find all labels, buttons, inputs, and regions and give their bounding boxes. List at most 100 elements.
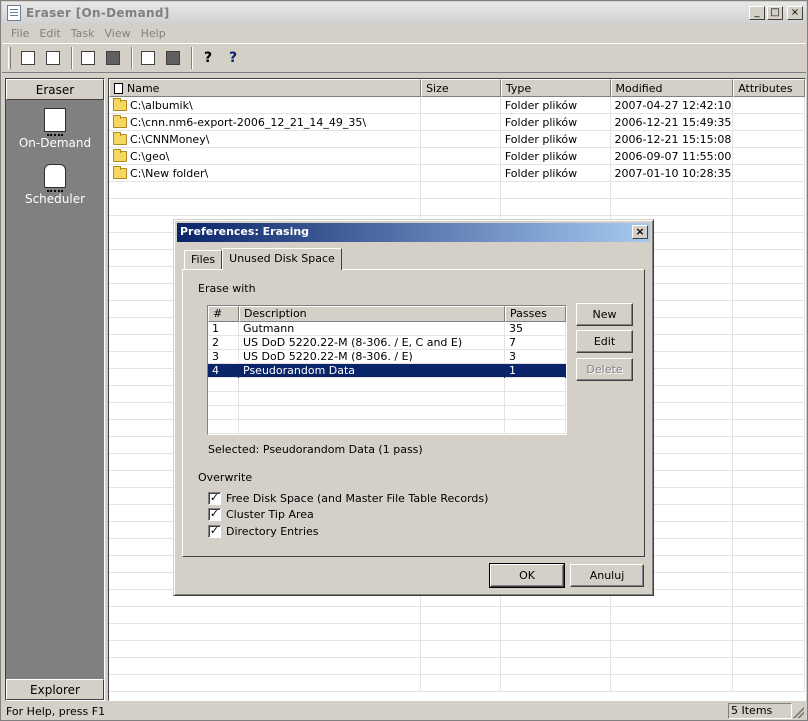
table-row[interactable]: C:\CNNMoney\Folder plików2006-12-21 15:1…: [109, 131, 805, 148]
dialog-close-button[interactable]: ×: [632, 225, 648, 239]
method-row[interactable]: 1Gutmann35: [208, 322, 566, 336]
maximize-button[interactable]: □: [767, 6, 783, 20]
method-cell-description: Gutmann: [239, 322, 505, 336]
cell-attributes: [733, 488, 805, 505]
preferences-dialog: Preferences: Erasing × Files Unused Disk…: [173, 219, 654, 596]
cell-type: [501, 675, 611, 692]
cell-attributes: [733, 471, 805, 488]
cell-name: [109, 182, 421, 199]
delete-button[interactable]: [162, 47, 184, 69]
cell-attributes: [733, 250, 805, 267]
menu-file[interactable]: File: [6, 27, 34, 40]
stop-button[interactable]: [102, 47, 124, 69]
dialog-title-bar[interactable]: Preferences: Erasing ×: [177, 223, 650, 242]
window-controls: _ □ ×: [749, 6, 803, 20]
cluster-tip-area-checkbox[interactable]: ✓ Cluster Tip Area: [208, 508, 314, 521]
run-button[interactable]: [77, 47, 99, 69]
table-row[interactable]: C:\cnn.nm6-export-2006_12_21_14_49_35\Fo…: [109, 114, 805, 131]
menu-edit[interactable]: Edit: [34, 27, 65, 40]
cell-modified: [611, 624, 734, 641]
table-row[interactable]: C:\albumik\Folder plików2007-04-27 12:42…: [109, 97, 805, 114]
cell-attributes: [733, 573, 805, 590]
new-task-button[interactable]: [17, 47, 39, 69]
toolbar-separator: [131, 47, 133, 69]
folder-icon: [113, 151, 127, 162]
sidebar-item-on-demand[interactable]: On-Demand: [6, 108, 104, 150]
title-bar[interactable]: Eraser [On-Demand] _ □ ×: [2, 2, 806, 24]
checkbox-check-icon: ✓: [208, 492, 221, 505]
method-row[interactable]: 2US DoD 5220.22-M (8-306. / E, C and E)7: [208, 336, 566, 350]
new-scheduled-task-button[interactable]: [42, 47, 64, 69]
cell-attributes: [733, 437, 805, 454]
column-passes[interactable]: Passes: [505, 306, 566, 322]
sidebar-footer-explorer[interactable]: Explorer: [6, 679, 104, 700]
method-cell-description: [239, 378, 505, 392]
method-cell-num: 2: [208, 336, 239, 350]
column-attributes[interactable]: Attributes: [733, 79, 805, 97]
folder-name: C:\New folder\: [130, 166, 208, 182]
cell-attributes: [733, 216, 805, 233]
cell-attributes: [733, 182, 805, 199]
minimize-button[interactable]: _: [749, 6, 765, 20]
context-help-button[interactable]: ?: [222, 47, 244, 69]
context-help-icon: ?: [229, 50, 237, 66]
new-method-button[interactable]: New: [576, 303, 633, 326]
method-cell-passes: [505, 406, 566, 420]
list-header: Name Size Type Modified Attributes: [109, 79, 805, 97]
column-description[interactable]: Description: [239, 306, 505, 322]
table-row[interactable]: C:\New folder\Folder plików2007-01-10 10…: [109, 165, 805, 182]
cell-attributes: [733, 369, 805, 386]
erase-with-label: Erase with: [198, 282, 256, 295]
help-button[interactable]: ?: [197, 47, 219, 69]
delete-method-button[interactable]: Delete: [576, 358, 633, 381]
method-row[interactable]: 3US DoD 5220.22-M (8-306. / E)3: [208, 350, 566, 364]
menu-task[interactable]: Task: [66, 27, 100, 40]
sidebar-header-eraser[interactable]: Eraser: [6, 79, 104, 100]
folder-name: C:\CNNMoney\: [130, 132, 209, 148]
method-cell-description: [239, 406, 505, 420]
free-disk-space-checkbox[interactable]: ✓ Free Disk Space (and Master File Table…: [208, 492, 488, 505]
toolbar-separator: [191, 47, 193, 69]
erase-methods-list[interactable]: # Description Passes 1Gutmann352US DoD 5…: [207, 305, 567, 435]
cell-type: [501, 624, 611, 641]
tab-unused-disk-space[interactable]: Unused Disk Space: [222, 248, 342, 270]
method-cell-passes: [505, 420, 566, 434]
cell-size: [421, 658, 501, 675]
method-row[interactable]: 4Pseudorandom Data1: [208, 364, 566, 378]
column-type[interactable]: Type: [501, 79, 611, 97]
edit-method-button[interactable]: Edit: [576, 330, 633, 353]
cell-attributes: [733, 641, 805, 658]
cell-modified: 2006-12-21 15:49:35: [611, 114, 734, 131]
help-icon: ?: [204, 50, 212, 66]
column-number[interactable]: #: [208, 306, 239, 322]
sidebar-item-scheduler[interactable]: Scheduler: [6, 164, 104, 206]
cell-attributes: [733, 267, 805, 284]
method-cell-num: 1: [208, 322, 239, 336]
menu-view[interactable]: View: [99, 27, 135, 40]
column-name-label: Name: [127, 80, 159, 97]
cell-attributes: [733, 675, 805, 692]
cell-attributes: [733, 539, 805, 556]
method-cell-description: Pseudorandom Data: [239, 364, 505, 378]
tab-files[interactable]: Files: [184, 250, 222, 269]
method-cell-num: [208, 420, 239, 434]
cell-attributes: [733, 148, 805, 165]
close-button[interactable]: ×: [787, 6, 803, 20]
toolbar-grip[interactable]: [8, 47, 11, 69]
cell-size: [421, 675, 501, 692]
method-cell-num: [208, 406, 239, 420]
resize-grip[interactable]: [793, 707, 804, 718]
cancel-button[interactable]: Anuluj: [570, 564, 644, 587]
column-size[interactable]: Size: [421, 79, 501, 97]
ok-button[interactable]: OK: [490, 564, 564, 587]
menu-help[interactable]: Help: [136, 27, 171, 40]
empty-row: [109, 607, 805, 624]
properties-button[interactable]: [137, 47, 159, 69]
column-modified[interactable]: Modified: [611, 79, 734, 97]
directory-entries-checkbox[interactable]: ✓ Directory Entries: [208, 525, 319, 538]
folder-name: C:\geo\: [130, 149, 169, 165]
overwrite-label: Overwrite: [198, 471, 252, 484]
column-name[interactable]: Name: [109, 79, 421, 97]
cell-modified: 2006-09-07 11:55:00: [611, 148, 734, 165]
table-row[interactable]: C:\geo\Folder plików2006-09-07 11:55:00: [109, 148, 805, 165]
